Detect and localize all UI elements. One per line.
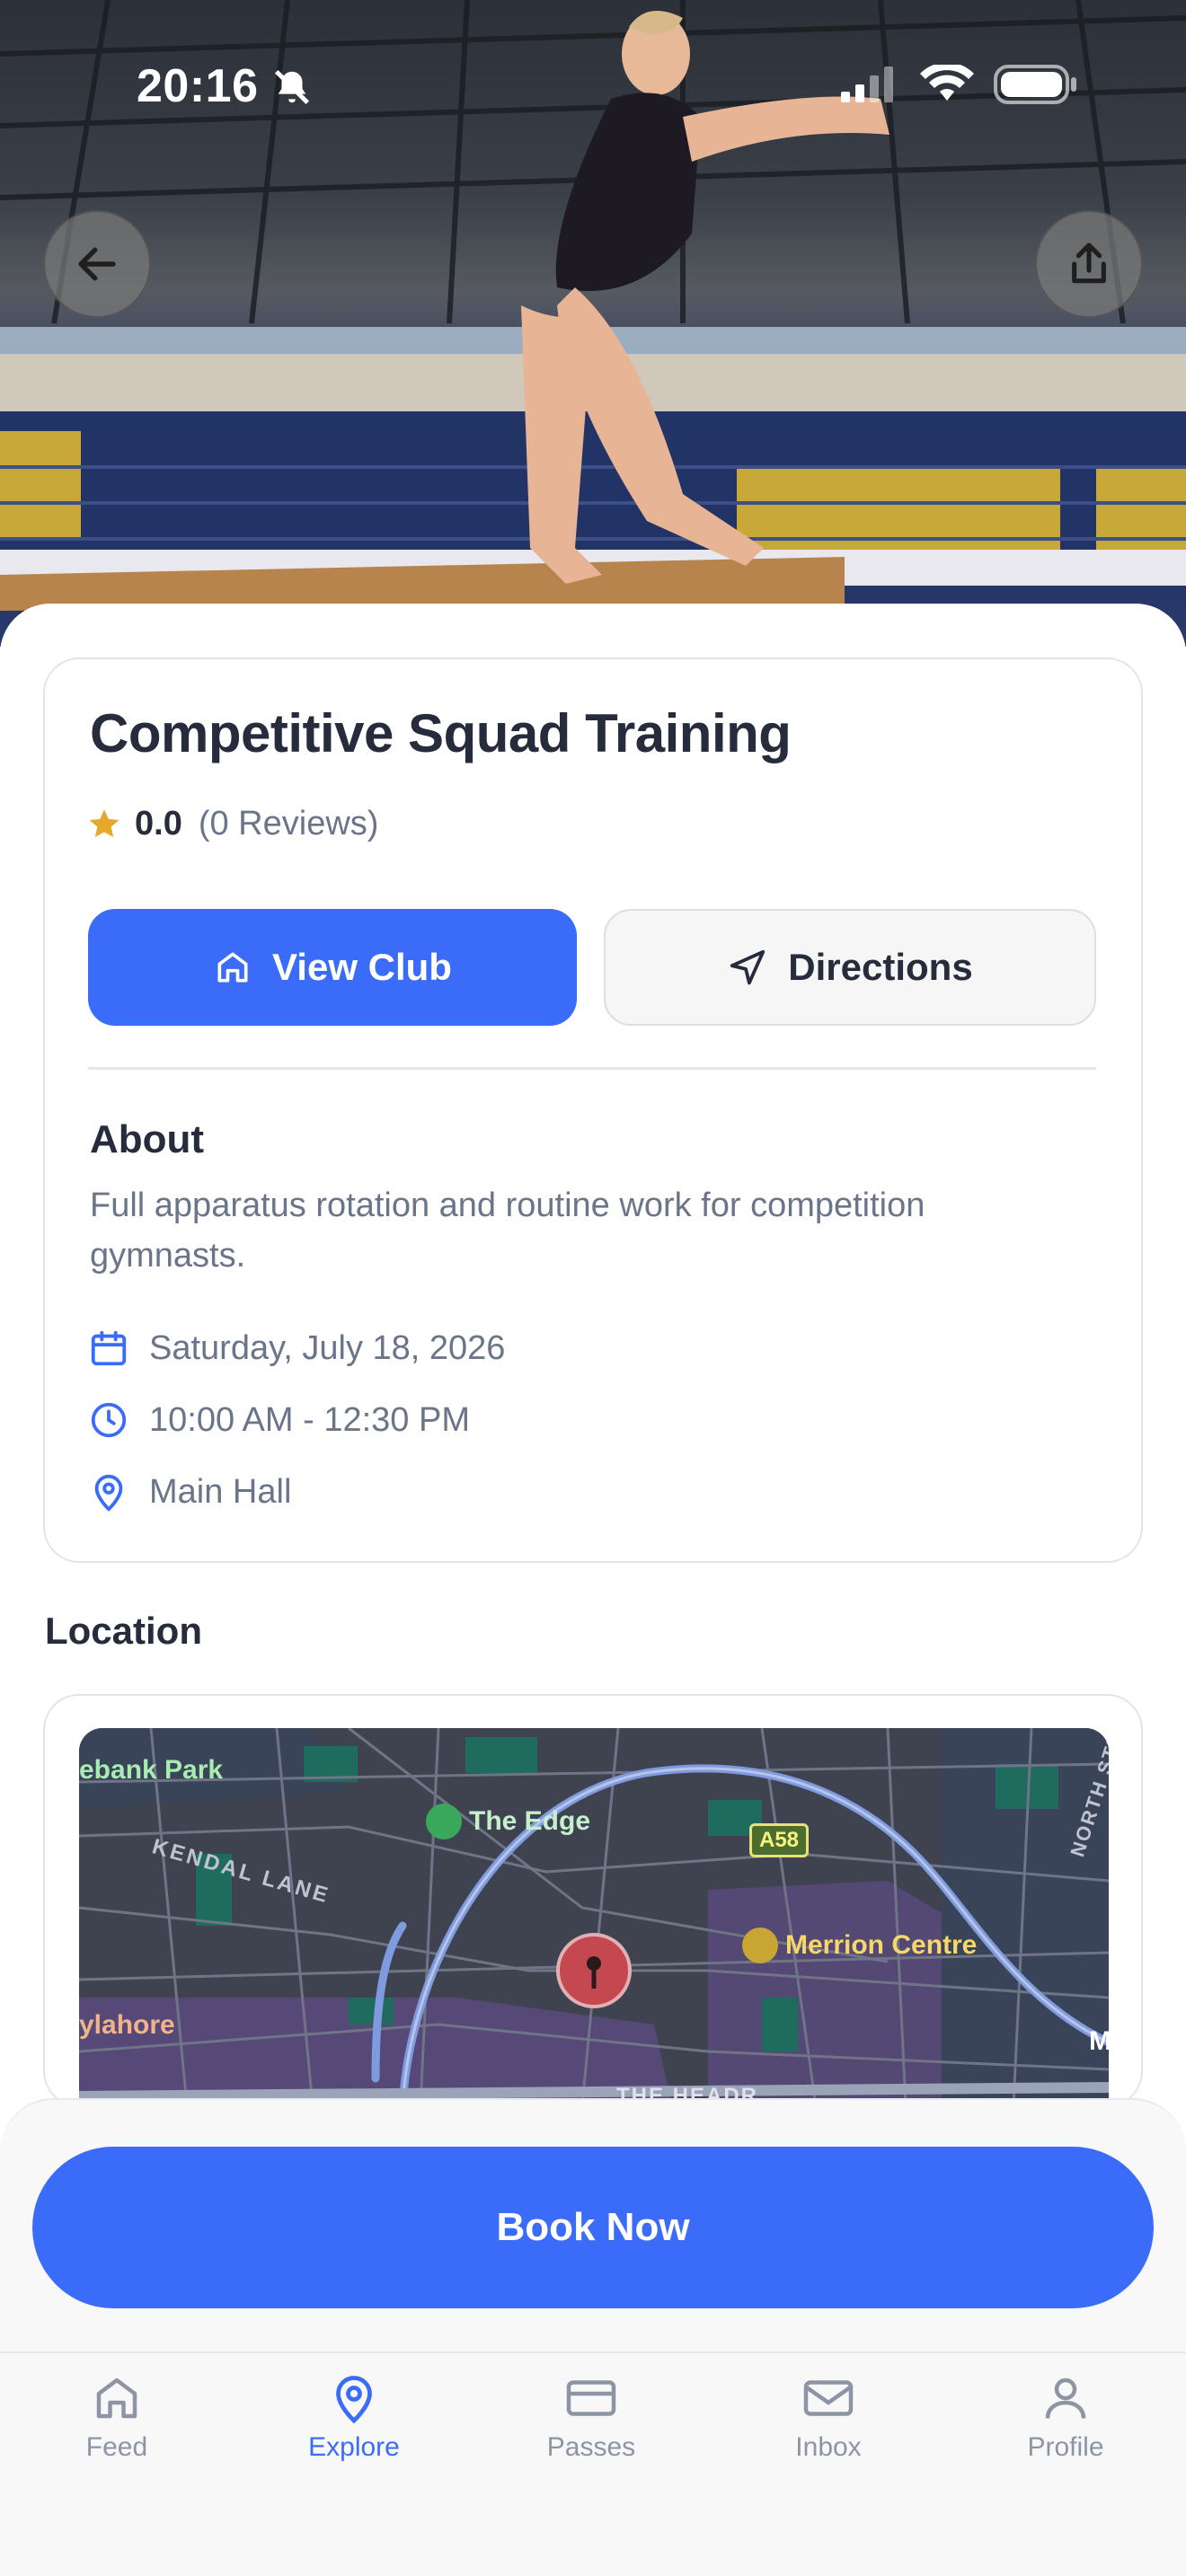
back-button[interactable] xyxy=(43,210,151,318)
tab-feed-label: Feed xyxy=(85,2432,148,2462)
star-icon xyxy=(89,808,119,837)
map-label-edge: The Edge xyxy=(469,1806,591,1836)
map-label-merrion: Merrion Centre xyxy=(785,1930,978,1960)
shopping-bag-icon xyxy=(742,1928,778,1963)
map-poi-edge: The Edge xyxy=(426,1804,590,1839)
map-poi-merrion: Merrion Centre xyxy=(742,1928,977,1963)
event-title: Competitive Squad Training xyxy=(90,703,792,763)
card-icon xyxy=(566,2380,616,2416)
tab-explore[interactable]: Explore xyxy=(264,2371,444,2463)
share-button[interactable] xyxy=(1035,210,1143,318)
home-icon xyxy=(217,952,248,983)
location-heading: Location xyxy=(45,1610,202,1652)
map-label-a58: A58 xyxy=(749,1823,810,1857)
navigation-arrow-icon xyxy=(730,949,766,985)
event-date-row: Saturday, July 18, 2026 xyxy=(88,1328,505,1369)
tab-explore-label: Explore xyxy=(308,2432,400,2462)
book-now-button[interactable]: Book Now xyxy=(32,2147,1154,2308)
about-text: Full apparatus rotation and routine work… xyxy=(90,1187,925,1275)
runner-icon xyxy=(426,1804,462,1839)
directions-button[interactable]: Directions xyxy=(604,909,1096,1026)
map-label-ylahore: ylahore xyxy=(79,2010,175,2040)
tab-inbox[interactable]: Inbox xyxy=(739,2371,918,2463)
mail-icon xyxy=(803,2380,854,2416)
view-club-button[interactable]: View Club xyxy=(88,909,577,1026)
event-place: Main Hall xyxy=(149,1472,292,1511)
tab-feed[interactable]: Feed xyxy=(27,2371,207,2463)
calendar-icon xyxy=(91,1330,127,1366)
location-map[interactable]: ebank Park The Edge A58 KENDAL LANE Merr… xyxy=(79,1728,1109,2105)
rating-row: 0.0 (0 Reviews) xyxy=(86,805,378,843)
rating-score: 0.0 xyxy=(135,805,182,842)
map-label-park: ebank Park xyxy=(79,1755,224,1785)
event-time-row: 10:00 AM - 12:30 PM xyxy=(88,1399,470,1441)
map-streets xyxy=(79,1728,1109,2105)
tab-profile[interactable]: Profile xyxy=(976,2371,1155,2463)
view-club-label: View Club xyxy=(272,946,452,988)
map-label-m: M xyxy=(1089,2026,1109,2056)
event-place-row: Main Hall xyxy=(88,1471,291,1513)
event-time: 10:00 AM - 12:30 PM xyxy=(149,1400,470,1439)
clock-icon xyxy=(91,1402,127,1438)
tab-passes-label: Passes xyxy=(546,2432,636,2462)
hero-image: 20:16 xyxy=(0,0,1186,647)
home-icon xyxy=(96,2378,137,2419)
review-count[interactable]: (0 Reviews) xyxy=(199,805,379,843)
map-pin-icon xyxy=(94,1474,123,1512)
bell-slash-icon xyxy=(274,69,310,105)
tab-passes[interactable]: Passes xyxy=(501,2371,681,2463)
tab-inbox-label: Inbox xyxy=(795,2432,862,2462)
arrow-left-icon xyxy=(78,247,116,281)
status-time: 20:16 xyxy=(137,60,259,112)
user-icon xyxy=(1045,2378,1086,2419)
divider xyxy=(88,1067,1096,1070)
share-icon xyxy=(1072,243,1106,284)
signal-icon xyxy=(841,66,893,102)
map-pin-icon xyxy=(336,2376,372,2424)
directions-label: Directions xyxy=(788,946,973,988)
about-heading: About xyxy=(90,1117,205,1161)
wifi-icon xyxy=(920,65,974,101)
event-date: Saturday, July 18, 2026 xyxy=(149,1328,506,1367)
tab-profile-label: Profile xyxy=(1027,2432,1104,2462)
battery-icon xyxy=(994,65,1076,104)
